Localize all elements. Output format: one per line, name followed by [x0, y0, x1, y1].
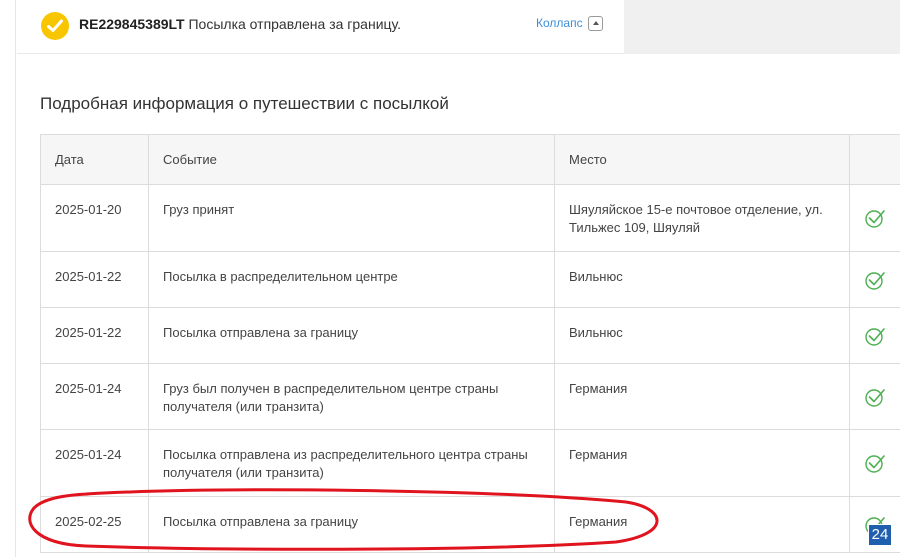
- event-place: Германия: [554, 363, 850, 430]
- event-status: [849, 429, 900, 497]
- event-date: 2025-01-22: [40, 307, 149, 364]
- column-header-event: Событие: [148, 134, 555, 185]
- event-status: [849, 251, 900, 308]
- table-row: 2025-01-22 Посылка в распределительном ц…: [40, 251, 900, 308]
- tracking-header: RE229845389LT Посылка отправлена за гран…: [17, 0, 624, 54]
- tracking-number: RE229845389LT: [79, 16, 185, 32]
- check-icon: [865, 455, 885, 473]
- table-row: 2025-01-22 Посылка отправлена за границу…: [40, 307, 900, 364]
- event-status: [849, 363, 900, 430]
- check-icon: [865, 388, 885, 407]
- event-place: Вильнюс: [554, 307, 850, 364]
- event-date: 2025-01-24: [40, 429, 149, 497]
- chevron-up-icon[interactable]: [587, 16, 603, 31]
- left-panel-edge: [0, 0, 16, 557]
- header-side-area: [624, 0, 900, 54]
- corner-badge: 24: [868, 524, 892, 546]
- check-icon: [865, 327, 885, 346]
- column-header-place: Место: [554, 134, 850, 185]
- column-header-status: [849, 134, 900, 185]
- event-status: [849, 307, 900, 364]
- check-icon: [865, 210, 885, 228]
- table-row: 2025-01-24 Посылка отправлена из распред…: [40, 429, 900, 497]
- column-header-date: Дата: [40, 134, 149, 185]
- event-date: 2025-01-24: [40, 363, 149, 430]
- delivered-check-icon: [41, 12, 69, 40]
- tracking-summary: RE229845389LT Посылка отправлена за гран…: [79, 16, 401, 32]
- table-header-row: Дата Событие Место: [40, 134, 900, 185]
- event-date: 2025-01-22: [40, 251, 149, 308]
- event-description: Посылка отправлена за границу: [148, 307, 555, 364]
- check-icon: [865, 271, 885, 290]
- event-description: Груз был получен в распределительном цен…: [148, 363, 555, 430]
- event-description: Груз принят: [148, 184, 555, 252]
- collapse-button[interactable]: Коллапс: [536, 16, 603, 31]
- collapse-label[interactable]: Коллапс: [536, 16, 583, 30]
- event-description: Посылка отправлена из распределительного…: [148, 429, 555, 497]
- section-title: Подробная информация о путешествии с пос…: [40, 94, 449, 113]
- tracking-status: Посылка отправлена за границу.: [188, 16, 402, 32]
- table-row: 2025-01-20 Груз принят Шяуляйское 15-е п…: [40, 184, 900, 252]
- event-place: Германия: [554, 429, 850, 497]
- highlight-oval: [28, 488, 659, 551]
- event-place: Вильнюс: [554, 251, 850, 308]
- event-description: Посылка в распределительном центре: [148, 251, 555, 308]
- event-place: Шяуляйское 15-е почтовое отделение, ул. …: [554, 184, 850, 252]
- event-status: [849, 184, 900, 252]
- event-date: 2025-01-20: [40, 184, 149, 252]
- table-row: 2025-01-24 Груз был получен в распредели…: [40, 363, 900, 430]
